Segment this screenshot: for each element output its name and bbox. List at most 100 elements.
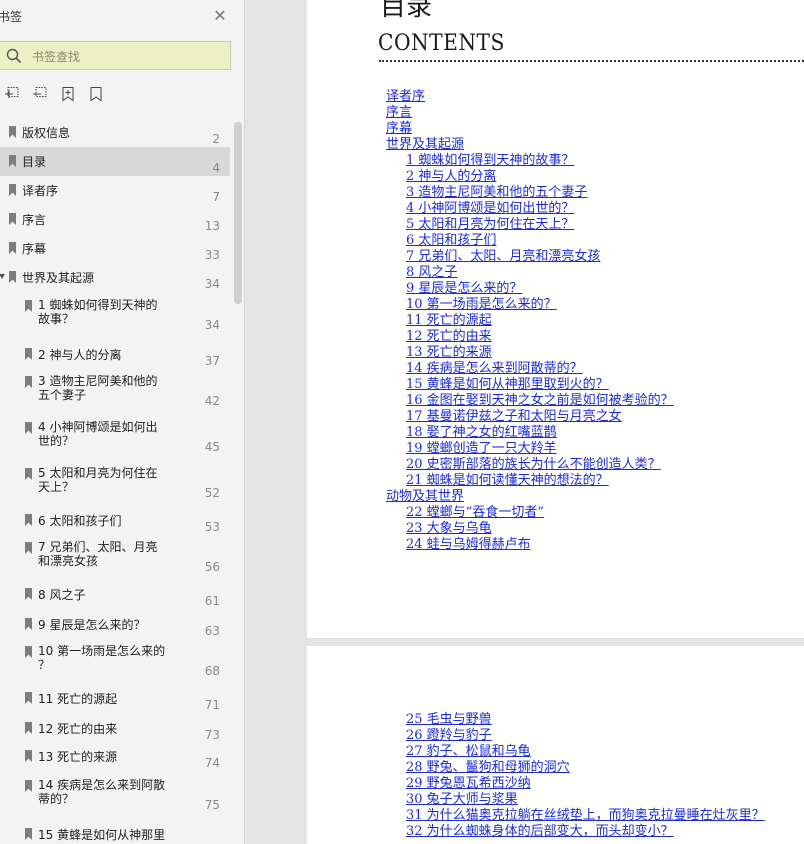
toc-link[interactable]: 23 大象与乌龟 (406, 521, 492, 537)
toc-link[interactable]: 8 风之子 (406, 265, 457, 281)
bookmark-search[interactable] (0, 41, 231, 70)
bookmark-item[interactable]: 12 死亡的由来 73 (0, 714, 230, 744)
toc-link[interactable]: 17 基曼诺伊兹之子和太阳与月亮之女 (406, 409, 622, 425)
toc-link[interactable]: 29 野兔恩瓦希西沙纳 (406, 776, 531, 792)
bookmark-label: 15 黄蜂是如何从神那里 (38, 828, 178, 842)
bookmark-label-line: 14 疾病是怎么来到阿散 (38, 778, 166, 792)
bookmark-flag-icon (25, 780, 32, 792)
close-icon[interactable]: ✕ (212, 8, 228, 24)
bookmark-item[interactable]: 9 星辰是怎么来的？ 63 (0, 610, 230, 640)
toc-link[interactable]: 30 兔子大师与浆果 (406, 792, 518, 808)
bookmark-label-line: 故事？ (38, 312, 75, 326)
divider (379, 60, 804, 62)
toc-link[interactable]: 4 小神阿博颂是如何出世的？ (406, 201, 574, 217)
expand-all-icon[interactable] (4, 86, 20, 102)
bookmark-label: 2 神与人的分离 (38, 348, 122, 362)
toc-link[interactable]: 1 蜘蛛如何得到天神的故事？ (406, 153, 574, 169)
toc-link[interactable]: 22 螳螂与“吞食一切者” (406, 505, 544, 521)
toc-link[interactable]: 31 为什么猫奥克拉躺在丝绒垫上，而狗奥克拉曼睡在灶灰里？ (406, 808, 765, 824)
toc-link[interactable]: 11 死亡的源起 (406, 313, 492, 329)
bookmark-page-number: 42 (204, 394, 220, 408)
toc-link[interactable]: 13 死亡的来源 (406, 345, 492, 361)
toc-link[interactable]: 序言 (386, 105, 412, 121)
bookmark-label: 序幕 (22, 242, 47, 256)
expand-triangle-icon[interactable] (0, 274, 5, 279)
bookmark-item[interactable]: 8 风之子 61 (0, 580, 230, 610)
bookmark-page-number: 63 (204, 624, 220, 638)
bookmark-page-number: 13 (204, 219, 220, 233)
bookmark-item[interactable]: 14 疾病是怎么来到阿散 蒂的？ 75 (0, 774, 230, 820)
bookmark-label-line: 1 蜘蛛如何得到天神的 (38, 298, 158, 312)
bookmark-page-number: 52 (204, 486, 220, 500)
search-input[interactable] (30, 46, 224, 68)
bookmark-item[interactable]: 目录 4 (0, 147, 230, 176)
toc-link[interactable]: 32 为什么蜘蛛身体的后部变大，而头却变小？ (406, 824, 674, 840)
bookmark-item[interactable]: 11 死亡的源起 71 (0, 684, 230, 714)
bookmark-label: 12 死亡的由来 (38, 722, 118, 736)
bookmark-item[interactable]: 世界及其起源 34 (0, 263, 230, 292)
bookmark-page-number: 33 (204, 248, 220, 262)
bookmark-flag-icon (25, 750, 32, 762)
toc-link[interactable]: 25 毛虫与野兽 (406, 712, 492, 728)
bookmark-page-number: 71 (204, 698, 220, 712)
bookmark-label: 1 蜘蛛如何得到天神的 故事？ (38, 298, 178, 326)
bookmark-label-line: 3 造物主尼阿美和他的 (38, 374, 158, 388)
toc-link[interactable]: 28 野兔、鬣狗和母狮的洞穴 (406, 760, 570, 776)
bookmark-item[interactable]: 4 小神阿博颂是如何出 世的？ 45 (0, 416, 230, 462)
toc-link[interactable]: 译者序 (386, 89, 425, 105)
toc-link[interactable]: 6 太阳和孩子们 (406, 233, 496, 249)
bookmark-item[interactable]: 13 死亡的来源 74 (0, 742, 230, 772)
toc-link[interactable]: 10 第一场雨是怎么来的？ (406, 297, 557, 313)
collapse-all-icon[interactable] (32, 86, 48, 102)
bookmark-label: 10 第一场雨是怎么来的？ (38, 644, 178, 672)
bookmark-flag-icon (9, 155, 16, 167)
toc-link[interactable]: 27 豹子、松鼠和乌龟 (406, 744, 531, 760)
toc-link[interactable]: 7 兄弟们、太阳、月亮和漂亮女孩 (406, 249, 600, 265)
bookmark-page-number: 34 (204, 318, 220, 332)
toc-link[interactable]: 15 黄蜂是如何从神那里取到火的？ (406, 377, 609, 393)
bookmark-item[interactable]: 7 兄弟们、太阳、月亮 和漂亮女孩 56 (0, 536, 230, 582)
bookmark-flag-icon (25, 618, 32, 630)
bookmark-item[interactable]: 3 造物主尼阿美和他的 五个妻子 42 (0, 370, 230, 416)
toc-link[interactable]: 动物及其世界 (386, 489, 464, 505)
toc-link[interactable]: 2 神与人的分离 (406, 169, 496, 185)
bookmark-item[interactable]: 2 神与人的分离 37 (0, 340, 230, 370)
toc-link[interactable]: 24 蛙与乌姆得赫卢布 (406, 537, 531, 553)
bookmark-item[interactable]: 译者序 7 (0, 176, 230, 205)
bookmark-item[interactable]: 15 黄蜂是如何从神那里 (0, 820, 230, 844)
bookmark-item[interactable]: 序言 13 (0, 205, 230, 234)
toc-link[interactable]: 5 太阳和月亮为何住在天上？ (406, 217, 574, 233)
bookmark-item[interactable]: 6 太阳和孩子们 53 (0, 506, 230, 536)
toc-link[interactable]: 18 娶了神之女的红嘴蓝鹊 (406, 425, 557, 441)
bookmark-item[interactable]: 1 蜘蛛如何得到天神的 故事？ 34 (0, 294, 230, 338)
toc-link[interactable]: 14 疾病是怎么来到阿散蒂的？ (406, 361, 583, 377)
bookmark-item[interactable]: 10 第一场雨是怎么来的？ 68 (0, 640, 230, 686)
bookmark-flag-icon (25, 588, 32, 600)
toc-link[interactable]: 9 星辰是怎么来的？ (406, 281, 522, 297)
bookmark-page-number: 37 (204, 354, 220, 368)
toc-link[interactable]: 21 蜘蛛是如何读懂天神的想法的？ (406, 473, 609, 489)
toc-link[interactable]: 20 史密斯部落的族长为什么不能创造人类？ (406, 457, 661, 473)
bookmark-item[interactable]: 版权信息 2 (0, 118, 230, 147)
bookmark-page-number: 2 (212, 132, 220, 146)
bookmark-flag-icon (9, 242, 16, 254)
toc-link[interactable]: 12 死亡的由来 (406, 329, 492, 345)
toc-link[interactable]: 16 金图在娶到天神之女之前是如何被考验的？ (406, 393, 674, 409)
toc-link[interactable]: 19 螳螂创造了一只大羚羊 (406, 441, 557, 457)
bookmark-label: 9 星辰是怎么来的？ (38, 618, 146, 632)
toc-link[interactable]: 序幕 (386, 121, 412, 137)
search-icon (6, 48, 22, 64)
bookmark-label: 序言 (22, 213, 47, 227)
bookmark-icon[interactable] (88, 86, 104, 102)
toc-link[interactable]: 3 造物主尼阿美和他的五个妻子 (406, 185, 587, 201)
bookmark-page-number: 74 (204, 756, 220, 770)
bookmark-flag-icon (25, 722, 32, 734)
sidebar-scrollbar[interactable] (234, 122, 242, 304)
bookmark-label-line: 10 第一场雨是怎么来的 (38, 644, 166, 658)
bookmark-item[interactable]: 序幕 33 (0, 234, 230, 263)
bookmark-label-line: 五个妻子 (38, 388, 87, 402)
toc-link[interactable]: 26 蹬羚与豹子 (406, 728, 492, 744)
add-bookmark-icon[interactable] (60, 86, 76, 102)
bookmark-item[interactable]: 5 太阳和月亮为何住在 天上？ 52 (0, 462, 230, 508)
toc-link[interactable]: 世界及其起源 (386, 137, 464, 153)
